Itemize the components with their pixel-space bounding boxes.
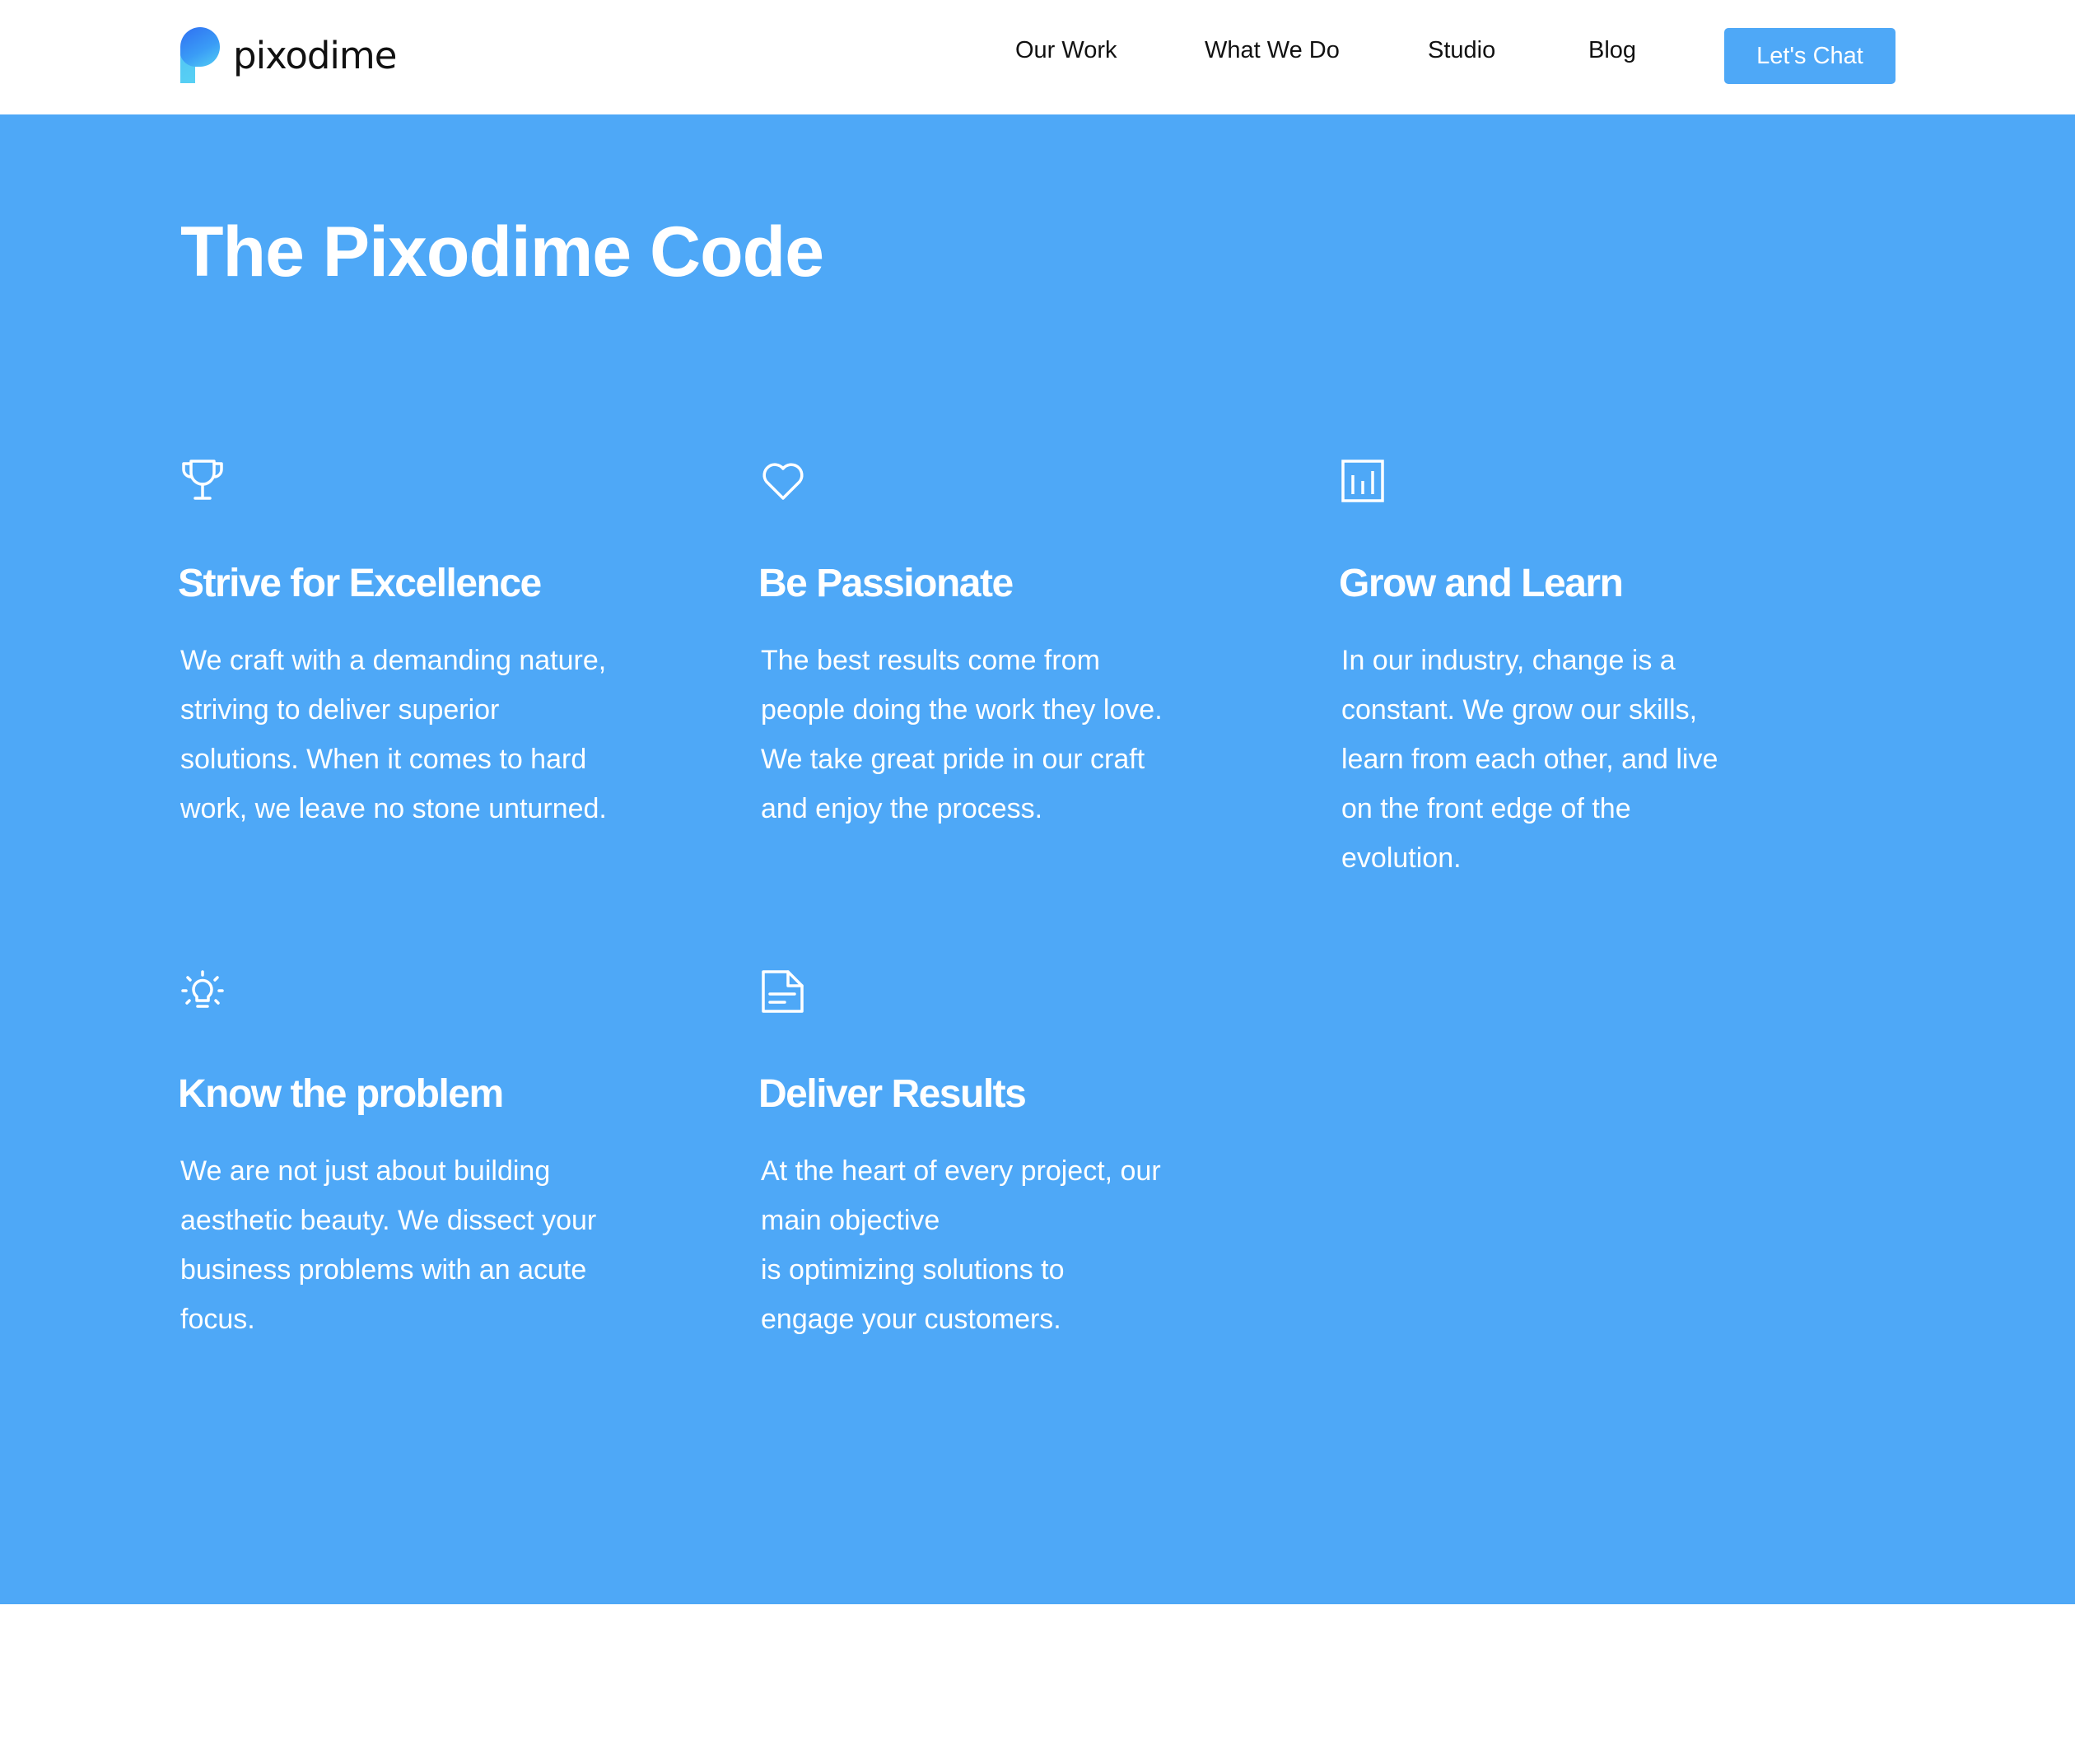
value-description-line: work, we leave no stone unturned. [180, 792, 607, 824]
value-description-line: is optimizing solutions to [761, 1253, 1065, 1286]
value-description: The best results come from people doing … [761, 636, 1222, 833]
heart-icon [761, 459, 805, 503]
value-description-line: business problems with an acute [180, 1253, 587, 1286]
pixodime-code-section: The Pixodime Code Strive for Excellence … [0, 114, 2075, 1604]
brand-name: pixodime [233, 33, 397, 77]
value-title: Grow and Learn [1339, 562, 1624, 605]
value-description-line: aesthetic beauty. We dissect your [180, 1204, 597, 1236]
value-card-grow: Grow and Learn In our industry, change i… [1339, 459, 1835, 883]
value-description: At the heart of every project, our main … [761, 1146, 1222, 1344]
value-description-line: evolution. [1341, 842, 1462, 874]
value-card-deliver: Deliver Results At the heart of every pr… [758, 969, 1255, 1344]
value-description-line: We take great pride in our craft [761, 743, 1145, 775]
document-icon [761, 969, 805, 1014]
value-description-line: In our industry, change is a [1341, 644, 1676, 676]
nav-our-work[interactable]: Our Work [1015, 36, 1117, 65]
section-title: The Pixodime Code [180, 212, 824, 292]
value-description-line: constant. We grow our skills, [1341, 693, 1698, 726]
value-description-line: solutions. When it comes to hard [180, 743, 587, 775]
value-title: Deliver Results [758, 1072, 1027, 1116]
value-description-line: striving to deliver superior [180, 693, 500, 726]
page-bottom-area [0, 1604, 2075, 1764]
nav-blog[interactable]: Blog [1588, 36, 1636, 65]
value-description: We are not just about building aesthetic… [180, 1146, 641, 1344]
value-description-line: We craft with a demanding nature, [180, 644, 607, 676]
site-header: pixodime Our Work What We Do Studio Blog… [0, 0, 2075, 114]
value-card-passionate: Be Passionate The best results come from… [758, 459, 1255, 833]
value-description-line: We are not just about building [180, 1155, 551, 1187]
value-description-line: At the heart of every project, our [761, 1155, 1161, 1187]
lets-chat-button[interactable]: Let's Chat [1724, 28, 1895, 84]
value-description-line: engage your customers. [761, 1303, 1061, 1335]
bar-chart-icon [1341, 459, 1386, 503]
lightbulb-icon [180, 969, 225, 1014]
value-description: In our industry, change is a constant. W… [1341, 636, 1802, 883]
logo-link[interactable]: pixodime [180, 27, 397, 83]
value-description-line: main objective [761, 1204, 940, 1236]
value-title: Know the problem [178, 1072, 504, 1116]
value-description-line: and enjoy the process. [761, 792, 1043, 824]
trophy-icon [180, 459, 225, 503]
value-description-line: people doing the work they love. [761, 693, 1163, 726]
value-description-line: on the front edge of the [1341, 792, 1631, 824]
value-card-excellence: Strive for Excellence We craft with a de… [178, 459, 674, 833]
value-description-line: The best results come from [761, 644, 1100, 676]
value-description: We craft with a demanding nature, strivi… [180, 636, 641, 833]
value-description-line: focus. [180, 1303, 255, 1335]
pixodime-logo-icon [180, 27, 220, 83]
nav-what-we-do[interactable]: What We Do [1205, 36, 1340, 65]
value-description-line: learn from each other, and live [1341, 743, 1718, 775]
value-title: Strive for Excellence [178, 562, 542, 605]
value-title: Be Passionate [758, 562, 1014, 605]
nav-studio[interactable]: Studio [1428, 36, 1495, 65]
value-card-know-problem: Know the problem We are not just about b… [178, 969, 674, 1344]
